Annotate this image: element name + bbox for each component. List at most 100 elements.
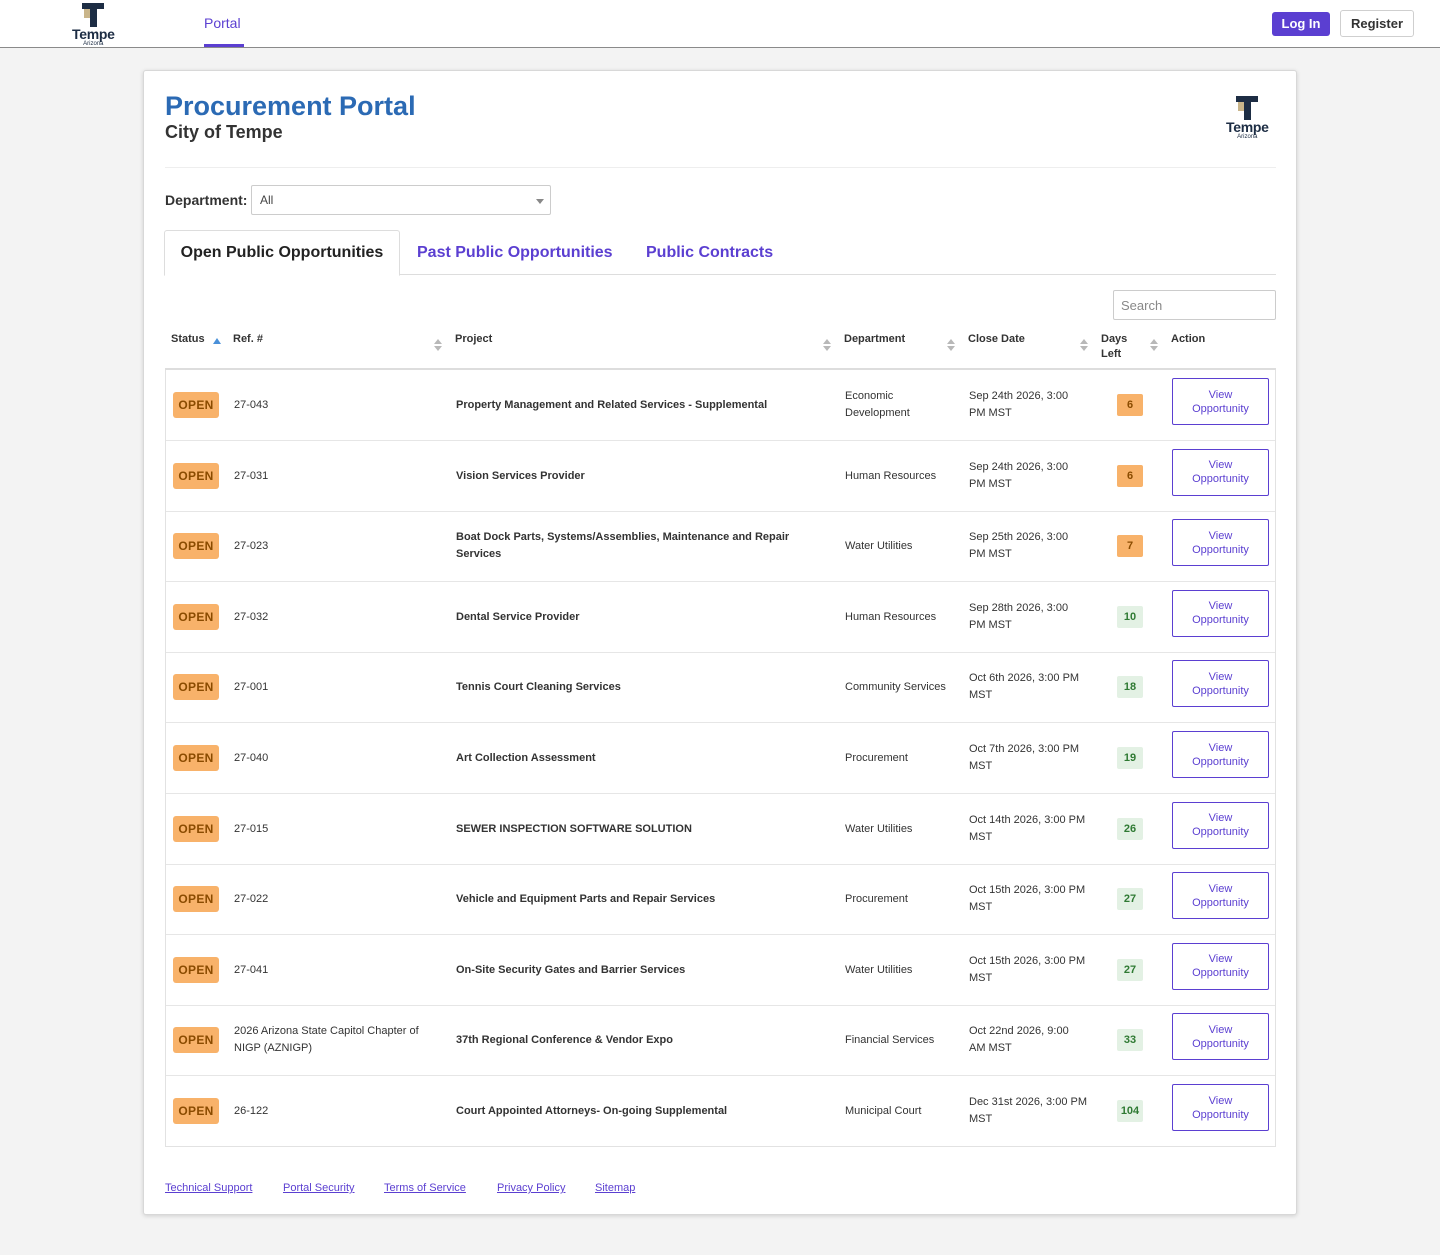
- view-opportunity-label-2: Opportunity: [1192, 896, 1249, 909]
- search-input[interactable]: Search: [1113, 290, 1276, 320]
- days-left-badge: 7: [1117, 535, 1143, 558]
- column-header-project[interactable]: Project: [455, 332, 492, 347]
- close-date: Oct 7th 2026, 3:00 PM MST: [969, 743, 1080, 772]
- footer-link-privacy-policy[interactable]: Privacy Policy: [497, 1182, 565, 1194]
- nav-portal-link[interactable]: Portal: [204, 15, 241, 31]
- project-name: 37th Regional Conference & Vendor Expo: [456, 1034, 673, 1047]
- footer-link-technical-support[interactable]: Technical Support: [165, 1182, 252, 1194]
- ref-number: 27-022: [234, 893, 269, 906]
- tab-public-contracts[interactable]: Public Contracts: [646, 244, 773, 262]
- department-name: Procurement: [845, 752, 908, 764]
- view-opportunity-label-2: Opportunity: [1192, 543, 1249, 556]
- view-opportunity-label-1: View: [1208, 600, 1233, 613]
- table-row: OPEN 27-022 Vehicle and Equipment Parts an…: [166, 864, 1275, 936]
- view-opportunity-label-1: View: [1208, 1023, 1233, 1036]
- view-opportunity-label-1: View: [1208, 953, 1233, 966]
- tempe-logo[interactable]: Tempe Arizona: [72, 1, 115, 47]
- status-badge: OPEN: [173, 392, 219, 418]
- days-left-badge: 104: [1117, 1100, 1143, 1122]
- status-badge: OPEN: [173, 956, 219, 983]
- top-nav: Tempe Arizona Portal Log In Register: [0, 0, 1440, 48]
- opportunities-table-body: OPEN 27-043 Property Management and Relate…: [165, 370, 1276, 1147]
- view-opportunity-button[interactable]: View Opportunity: [1172, 589, 1269, 637]
- project-name: Boat Dock Parts, Systems/Assemblies, Mai…: [456, 531, 790, 561]
- ref-number: 27-023: [234, 540, 269, 553]
- tab-open-opportunities[interactable]: Open Public Opportunities: [164, 230, 400, 276]
- column-header-action: Action: [1171, 333, 1206, 345]
- tab-past-opportunities[interactable]: Past Public Opportunities: [417, 244, 613, 262]
- status-badge: OPEN: [173, 603, 219, 630]
- close-date: Sep 25th 2026, 3:00 PM MST: [969, 531, 1069, 561]
- view-opportunity-button[interactable]: View Opportunity: [1172, 378, 1269, 425]
- ref-number: 27-001: [234, 681, 269, 694]
- close-date: Sep 28th 2026, 3:00 PM MST: [969, 601, 1069, 631]
- tempe-t-icon: [80, 1, 106, 27]
- department-name: Water Utilities: [845, 963, 913, 976]
- sort-icon[interactable]: [823, 339, 831, 353]
- view-opportunity-label-2: Opportunity: [1192, 473, 1249, 486]
- view-opportunity-label-1: View: [1208, 670, 1233, 683]
- portal-card: Procurement Portal City of Tempe Tempe A…: [143, 70, 1297, 1215]
- sort-icon[interactable]: [947, 339, 955, 353]
- view-opportunity-label-2: Opportunity: [1192, 614, 1249, 627]
- view-opportunity-button[interactable]: View Opportunity: [1172, 1013, 1269, 1061]
- view-opportunity-button[interactable]: View Opportunity: [1172, 1084, 1269, 1131]
- column-header-department[interactable]: Department: [844, 332, 905, 347]
- register-button[interactable]: Register: [1340, 10, 1414, 37]
- status-badge: OPEN: [173, 886, 219, 913]
- view-opportunity-label-1: View: [1208, 882, 1233, 895]
- view-opportunity-label-1: View: [1208, 812, 1233, 825]
- sort-icon[interactable]: [434, 339, 442, 353]
- project-name: Vision Services Provider: [456, 469, 585, 482]
- footer-link-terms-of-service[interactable]: Terms of Service: [384, 1182, 466, 1194]
- footer-link-portal-security[interactable]: Portal Security: [283, 1182, 355, 1194]
- column-header-ref[interactable]: Ref. #: [233, 332, 263, 347]
- view-opportunity-label-2: Opportunity: [1192, 967, 1249, 980]
- logo-text: Tempe: [1226, 119, 1269, 135]
- ref-number: 27-043: [234, 399, 269, 411]
- project-name: Art Collection Assessment: [456, 752, 596, 764]
- status-badge: OPEN: [173, 745, 219, 771]
- status-badge: OPEN: [173, 674, 219, 701]
- page-title: Procurement Portal: [165, 91, 416, 121]
- logo-subtext: Arizona: [1237, 134, 1258, 140]
- view-opportunity-label-2: Opportunity: [1192, 402, 1249, 415]
- sort-icon[interactable]: [1080, 339, 1088, 353]
- sort-icon[interactable]: [1150, 339, 1158, 353]
- project-name: Court Appointed Attorneys- On-going Supp…: [456, 1105, 728, 1117]
- view-opportunity-button[interactable]: View Opportunity: [1172, 448, 1269, 496]
- ref-number: 27-031: [234, 469, 269, 482]
- department-select[interactable]: All: [251, 185, 551, 215]
- view-opportunity-button[interactable]: View Opportunity: [1172, 731, 1269, 778]
- sort-ascending-icon[interactable]: [213, 338, 221, 344]
- department-name: Procurement: [845, 893, 908, 906]
- view-opportunity-button[interactable]: View Opportunity: [1172, 519, 1269, 567]
- department-filter-label: Department:: [165, 192, 248, 208]
- status-badge: OPEN: [173, 815, 219, 842]
- department-name: Municipal Court: [845, 1105, 922, 1117]
- close-date: Dec 31st 2026, 3:00 PM MST: [969, 1096, 1088, 1125]
- login-button[interactable]: Log In: [1272, 12, 1330, 36]
- logo-text: Tempe: [72, 26, 115, 42]
- column-header-days-left[interactable]: Days Left: [1101, 332, 1127, 362]
- nav-active-indicator: [204, 44, 244, 47]
- view-opportunity-button[interactable]: View Opportunity: [1172, 872, 1269, 920]
- footer-link-sitemap[interactable]: Sitemap: [595, 1182, 635, 1194]
- view-opportunity-button[interactable]: View Opportunity: [1172, 942, 1269, 990]
- column-header-close-date[interactable]: Close Date: [968, 332, 1025, 347]
- view-opportunity-label-1: View: [1208, 388, 1233, 401]
- table-row: OPEN 27-043 Property Management and Relate…: [166, 370, 1275, 441]
- close-date: Oct 22nd 2026, 9:00 AM MST: [969, 1025, 1069, 1055]
- days-left-badge: 10: [1117, 605, 1143, 628]
- department-name: Human Resources: [845, 469, 937, 482]
- close-date: Oct 14th 2026, 3:00 PM MST: [969, 813, 1086, 843]
- status-badge: OPEN: [173, 462, 219, 489]
- logo-subtext: Arizona: [83, 41, 104, 47]
- view-opportunity-button[interactable]: View Opportunity: [1172, 801, 1269, 849]
- view-opportunity-button[interactable]: View Opportunity: [1172, 660, 1269, 708]
- tempe-t-icon: [1234, 94, 1260, 120]
- column-header-status[interactable]: Status: [171, 332, 205, 347]
- page-subtitle: City of Tempe: [165, 122, 283, 142]
- days-left-badge: 33: [1117, 1029, 1143, 1052]
- close-date: Oct 6th 2026, 3:00 PM MST: [969, 672, 1080, 702]
